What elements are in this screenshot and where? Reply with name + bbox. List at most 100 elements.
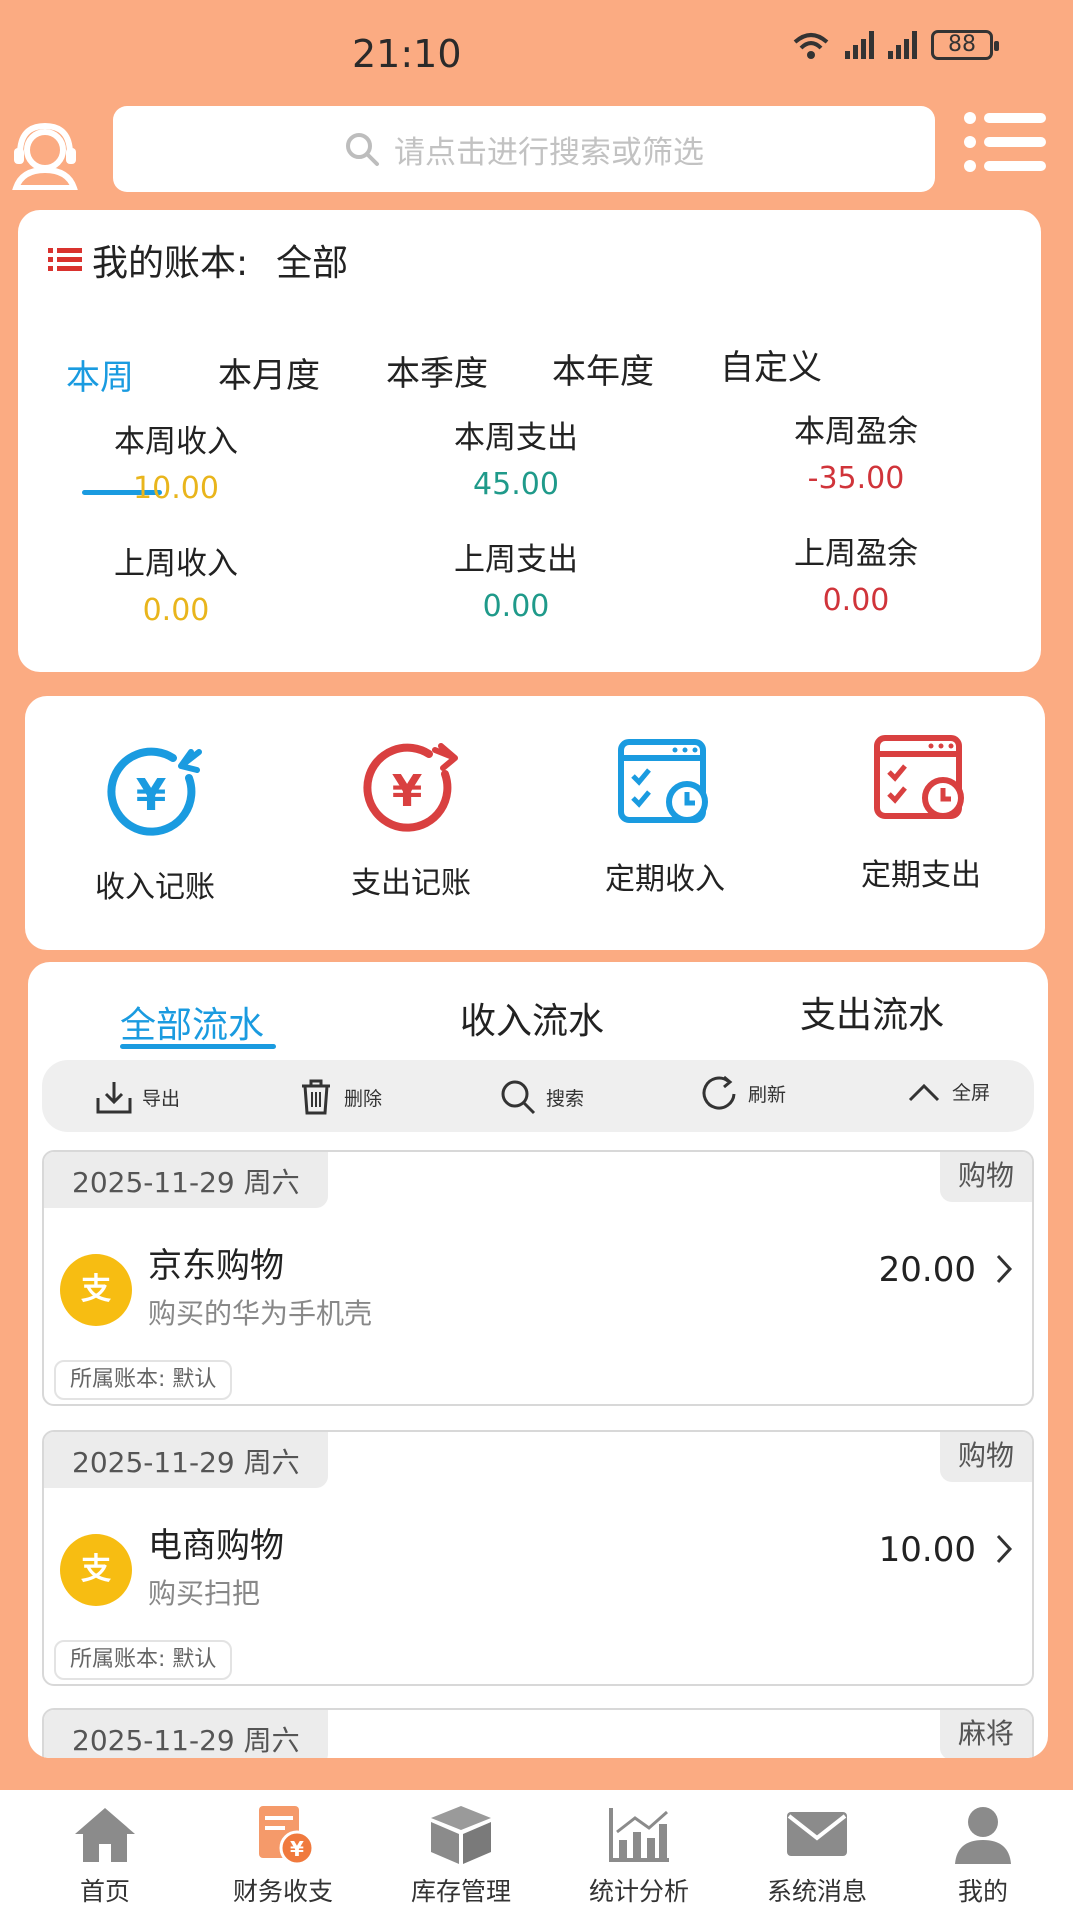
fullscreen-button[interactable]: 全屏 bbox=[904, 1072, 990, 1110]
nav-label: 财务收支 bbox=[232, 1877, 333, 1906]
export-icon bbox=[96, 1082, 132, 1114]
nav-inventory[interactable]: 库存管理 bbox=[386, 1804, 536, 1908]
tab-custom[interactable]: 自定义 bbox=[720, 340, 822, 389]
nav-profile[interactable]: 我的 bbox=[908, 1804, 1058, 1908]
stat-value: 0.00 bbox=[482, 589, 550, 624]
status-bar: 21:10 88 bbox=[0, 0, 1073, 110]
status-time: 21:10 bbox=[352, 32, 462, 76]
account-book-card: 我的账本: 全部 本周 本月度 本季度 本年度 自定义 本周收入 10.00 本… bbox=[18, 210, 1041, 672]
tab-this-year[interactable]: 本年度 bbox=[552, 344, 654, 393]
tool-label: 搜索 bbox=[546, 1087, 585, 1110]
stat-value: -35.00 bbox=[807, 461, 905, 496]
svg-text:¥: ¥ bbox=[392, 766, 423, 817]
export-button[interactable]: 导出 bbox=[94, 1078, 180, 1116]
expense-entry-button[interactable]: ¥ 支出记账 bbox=[311, 740, 511, 902]
nav-messages[interactable]: 系统消息 bbox=[742, 1804, 892, 1908]
signal-5g-icon bbox=[845, 31, 874, 59]
quick-actions-card: ¥ 收入记账 ¥ 支出记账 定期收入 定期支出 bbox=[25, 696, 1045, 950]
tab-this-quarter[interactable]: 本季度 bbox=[386, 346, 488, 395]
scheduled-income-icon bbox=[618, 739, 708, 823]
record-date: 2025-11-29 周六 bbox=[44, 1710, 328, 1758]
headset-user-icon[interactable] bbox=[10, 122, 80, 190]
record-category: 购物 bbox=[939, 1152, 1032, 1202]
expense-badge: 支 bbox=[60, 1534, 132, 1606]
home-icon bbox=[75, 1808, 135, 1862]
tool-label: 删除 bbox=[344, 1087, 383, 1110]
tab-this-month[interactable]: 本月度 bbox=[218, 348, 320, 397]
signal-4g-icon bbox=[888, 31, 917, 59]
stat-label: 上周收入 bbox=[114, 546, 238, 582]
expense-badge: 支 bbox=[60, 1254, 132, 1326]
stat-label: 上周支出 bbox=[454, 542, 578, 578]
list-icon bbox=[48, 248, 82, 271]
record-book-tag: 所属账本: 默认 bbox=[54, 1360, 233, 1400]
search-button[interactable]: 搜索 bbox=[498, 1078, 584, 1116]
finance-icon: ¥ bbox=[259, 1806, 315, 1866]
stat-this-week-surplus: 本周盈余 -35.00 bbox=[736, 406, 976, 496]
tab-income-flow[interactable]: 收入流水 bbox=[460, 992, 604, 1044]
record-title: 京东购物 bbox=[148, 1246, 284, 1286]
book-title: 我的账本: bbox=[92, 243, 249, 284]
refresh-icon bbox=[702, 1075, 736, 1110]
transaction-record[interactable]: 2025-11-29 周六 麻将 bbox=[42, 1708, 1034, 1758]
record-category: 购物 bbox=[939, 1432, 1032, 1482]
book-value: 全部 bbox=[276, 243, 349, 284]
bottom-navigation: 首页 ¥ 财务收支 库存管理 统计分析 系统消息 我的 bbox=[0, 1790, 1073, 1908]
chevron-up-icon bbox=[908, 1083, 940, 1102]
record-description: 购买的华为手机壳 bbox=[148, 1297, 373, 1330]
trash-icon bbox=[302, 1079, 330, 1115]
nav-statistics[interactable]: 统计分析 bbox=[564, 1804, 714, 1908]
scheduled-expense-button[interactable]: 定期支出 bbox=[821, 732, 1021, 894]
refresh-button[interactable]: 刷新 bbox=[700, 1074, 786, 1112]
income-entry-button[interactable]: ¥ 收入记账 bbox=[55, 744, 255, 906]
tab-expense-flow[interactable]: 支出流水 bbox=[800, 986, 944, 1038]
nav-label: 库存管理 bbox=[410, 1877, 511, 1906]
stat-label: 本周支出 bbox=[454, 420, 578, 456]
stat-value: 10.00 bbox=[133, 471, 219, 506]
tab-all-flow[interactable]: 全部流水 bbox=[120, 996, 264, 1048]
flow-tabs: 全部流水 收入流水 支出流水 bbox=[28, 982, 1048, 1052]
nav-home[interactable]: 首页 bbox=[30, 1804, 180, 1908]
nav-label: 首页 bbox=[79, 1877, 130, 1906]
svg-text:¥: ¥ bbox=[136, 770, 167, 821]
record-amount: 20.00 bbox=[878, 1250, 976, 1290]
nav-finance[interactable]: ¥ 财务收支 bbox=[208, 1804, 358, 1908]
income-yuan-icon: ¥ bbox=[107, 747, 202, 836]
record-title: 电商购物 bbox=[148, 1526, 284, 1566]
action-label: 定期支出 bbox=[861, 858, 981, 893]
transaction-record[interactable]: 2025-11-29 周六 购物 支 京东购物 购买的华为手机壳 20.00 所… bbox=[42, 1150, 1034, 1406]
delete-button[interactable]: 删除 bbox=[296, 1078, 382, 1116]
chart-icon bbox=[609, 1808, 669, 1862]
scheduled-expense-icon bbox=[874, 735, 964, 819]
nav-label: 我的 bbox=[957, 1877, 1008, 1906]
list-menu-icon[interactable] bbox=[962, 110, 1048, 174]
stat-label: 本周收入 bbox=[114, 424, 238, 460]
action-label: 定期收入 bbox=[605, 862, 725, 897]
action-label: 收入记账 bbox=[95, 870, 215, 905]
user-icon bbox=[955, 1807, 1011, 1864]
transactions-card: 全部流水 收入流水 支出流水 导出 删除 搜索 刷新 全屏 2025-11-29… bbox=[28, 962, 1048, 1758]
tab-this-week[interactable]: 本周 bbox=[66, 350, 134, 399]
stat-value: 0.00 bbox=[142, 593, 210, 628]
record-date: 2025-11-29 周六 bbox=[44, 1432, 328, 1488]
search-bar[interactable]: 请点击进行搜索或筛选 bbox=[113, 106, 935, 192]
book-title-row[interactable]: 我的账本: 全部 bbox=[48, 234, 348, 286]
svg-text:¥: ¥ bbox=[290, 1837, 304, 1861]
stat-last-week-income: 上周收入 0.00 bbox=[56, 538, 296, 628]
stat-this-week-expense: 本周支出 45.00 bbox=[396, 412, 636, 502]
record-amount: 10.00 bbox=[878, 1530, 976, 1570]
chevron-right-icon bbox=[996, 1534, 1013, 1564]
scheduled-income-button[interactable]: 定期收入 bbox=[565, 736, 765, 898]
stat-last-week-expense: 上周支出 0.00 bbox=[396, 534, 636, 624]
tool-label: 全屏 bbox=[952, 1081, 991, 1104]
stat-value: 0.00 bbox=[822, 583, 890, 618]
search-icon bbox=[346, 133, 379, 166]
transaction-record[interactable]: 2025-11-29 周六 购物 支 电商购物 购买扫把 10.00 所属账本:… bbox=[42, 1430, 1034, 1686]
search-placeholder: 请点击进行搜索或筛选 bbox=[394, 134, 704, 171]
record-book-tag: 所属账本: 默认 bbox=[54, 1640, 233, 1680]
record-date: 2025-11-29 周六 bbox=[44, 1152, 328, 1208]
search-icon bbox=[501, 1080, 536, 1115]
record-description: 购买扫把 bbox=[148, 1577, 261, 1610]
expense-yuan-icon: ¥ bbox=[363, 743, 458, 832]
tool-label: 刷新 bbox=[748, 1083, 787, 1106]
